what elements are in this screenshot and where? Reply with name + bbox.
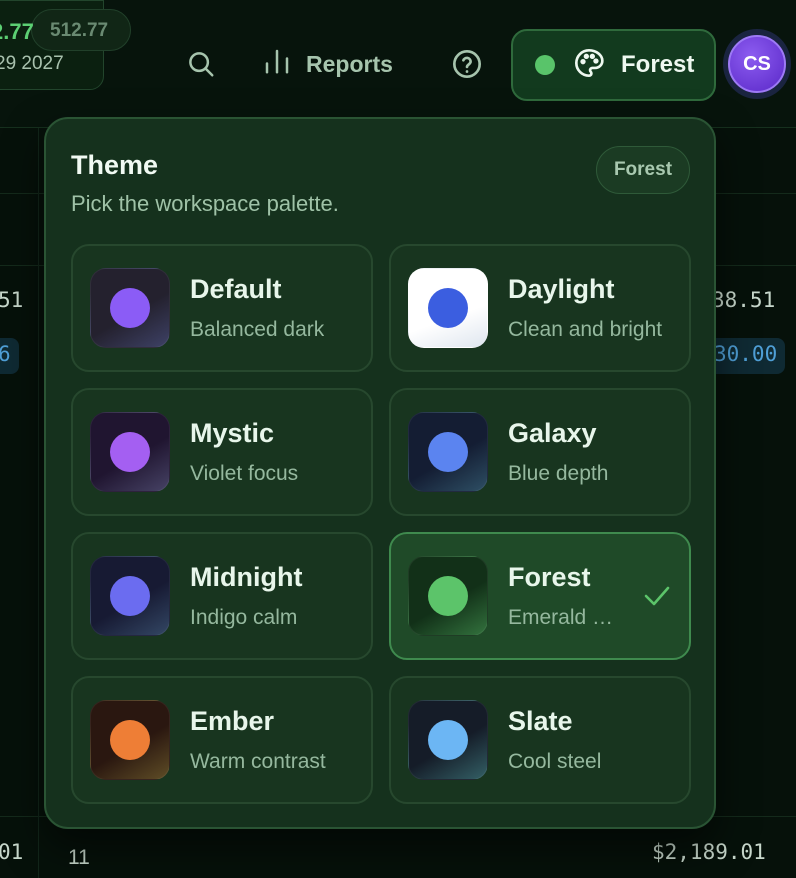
swatch-dot (110, 576, 150, 616)
theme-name: Default (190, 274, 282, 304)
swatch-dot (428, 288, 468, 328)
ticker-value: 2.77 (0, 19, 34, 44)
theme-description: Indigo calm (190, 606, 298, 629)
table-cell: $2,189.01 (652, 840, 766, 864)
theme-name: Slate (508, 706, 573, 736)
table-cell: 51 (0, 288, 24, 312)
theme-description: Warm contrast (190, 750, 326, 773)
theme-description: Emerald canopy (508, 606, 620, 629)
theme-swatch (90, 700, 170, 780)
theme-card-mystic[interactable]: Mystic Violet focus (71, 388, 373, 516)
popover-subtitle: Pick the workspace palette. (71, 191, 339, 216)
swatch-dot (110, 288, 150, 328)
current-theme-badge: Forest (596, 146, 690, 194)
popover-title: Theme (71, 150, 159, 180)
theme-card-slate[interactable]: Slate Cool steel (389, 676, 691, 804)
help-circle-icon[interactable] (449, 46, 485, 82)
table-cell: 38.51 (712, 288, 776, 312)
amount-badge: 30.00 (706, 338, 786, 374)
theme-grid: Default Balanced dark Daylight Clean and… (71, 244, 691, 804)
avatar-initials: CS (728, 35, 786, 93)
theme-swatch (408, 556, 488, 636)
theme-card-default[interactable]: Default Balanced dark (71, 244, 373, 372)
theme-card-galaxy[interactable]: Galaxy Blue depth (389, 388, 691, 516)
theme-color-dot (535, 55, 555, 75)
table-cell: 11 (68, 846, 90, 869)
column-divider (38, 128, 39, 878)
reports-button[interactable]: Reports (262, 44, 393, 84)
swatch-dot (428, 432, 468, 472)
theme-card-forest[interactable]: Forest Emerald canopy (389, 532, 691, 660)
theme-swatch (90, 556, 170, 636)
price-ticker[interactable]: 512.77 2.77 29 2027 (0, 0, 131, 90)
search-icon[interactable] (183, 46, 219, 82)
palette-icon (573, 47, 605, 84)
theme-name: Forest (508, 562, 591, 592)
table-cell: 01 (0, 840, 24, 864)
theme-swatch (90, 412, 170, 492)
swatch-dot (428, 720, 468, 760)
ticker-ghost-value: 512.77 (50, 20, 109, 41)
theme-card-daylight[interactable]: Daylight Clean and bright (389, 244, 691, 372)
avatar[interactable]: CS (723, 29, 791, 99)
theme-switcher-label: Forest (621, 51, 695, 78)
theme-name: Daylight (508, 274, 615, 304)
theme-name: Ember (190, 706, 275, 736)
swatch-dot (428, 576, 468, 616)
swatch-dot (110, 720, 150, 760)
theme-description: Blue depth (508, 462, 609, 485)
check-icon (643, 584, 671, 608)
theme-description: Violet focus (190, 462, 299, 485)
amount-badge: 6 (0, 338, 19, 374)
ticker-date: 29 2027 (0, 53, 64, 74)
theme-name: Galaxy (508, 418, 597, 448)
theme-name: Mystic (190, 418, 275, 448)
theme-popover: Theme Pick the workspace palette. Forest… (44, 117, 716, 829)
theme-switcher-button[interactable]: Forest (511, 29, 716, 101)
theme-swatch (90, 268, 170, 348)
theme-card-midnight[interactable]: Midnight Indigo calm (71, 532, 373, 660)
theme-description: Balanced dark (190, 318, 325, 341)
theme-swatch (408, 700, 488, 780)
swatch-dot (110, 432, 150, 472)
theme-swatch (408, 412, 488, 492)
theme-card-ember[interactable]: Ember Warm contrast (71, 676, 373, 804)
ticker-ghost-chip: 512.77 (31, 9, 131, 51)
theme-description: Clean and bright (508, 318, 663, 341)
theme-description: Cool steel (508, 750, 602, 773)
bar-chart-icon (262, 46, 292, 82)
theme-name: Midnight (190, 562, 303, 592)
reports-label: Reports (306, 50, 393, 77)
theme-swatch (408, 268, 488, 348)
